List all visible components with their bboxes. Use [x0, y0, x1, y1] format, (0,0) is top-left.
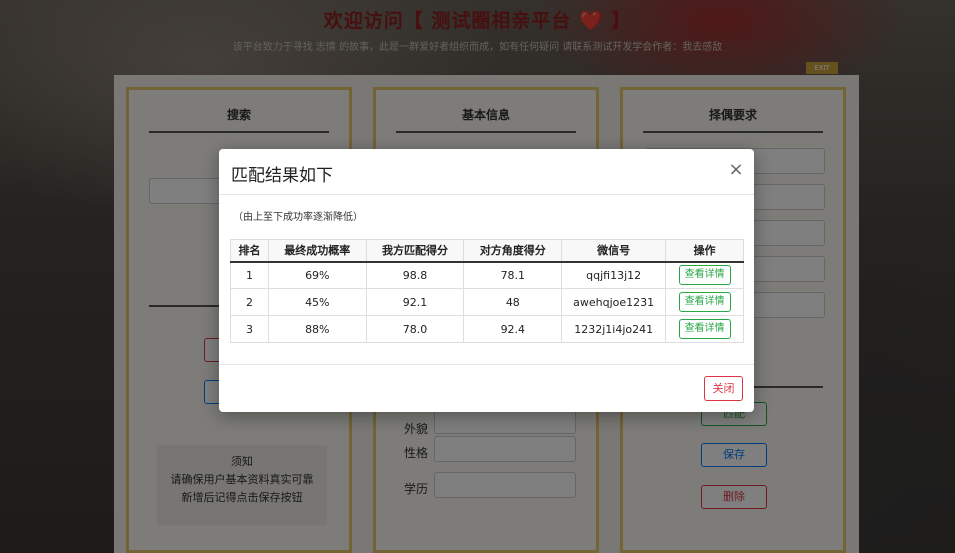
rank-cell: 3: [230, 315, 269, 343]
col-wechat: 微信号: [561, 239, 667, 263]
action-cell: 查看详情: [665, 261, 744, 289]
col-my-score: 我方匹配得分: [365, 239, 465, 263]
view-details-button[interactable]: 查看详情: [678, 319, 731, 339]
action-cell: 查看详情: [665, 315, 744, 343]
view-details-button[interactable]: 查看详情: [678, 265, 731, 286]
probability-cell: 69%: [267, 261, 367, 289]
wechat-cell: 1232j1i4jo241: [561, 315, 667, 343]
modal-header: 匹配结果如下 ×: [219, 149, 754, 195]
wechat-cell: awehqjoe1231: [561, 288, 667, 316]
results-table: 排名 最终成功概率 我方匹配得分 对方角度得分 微信号 操作 1 69% 98.…: [230, 239, 744, 343]
col-rank: 排名: [230, 239, 269, 263]
col-their-score: 对方角度得分: [463, 239, 563, 263]
table-row: 3 88% 78.0 92.4 1232j1i4jo241 查看详情: [230, 315, 744, 343]
their-score-cell: 78.1: [463, 261, 563, 289]
modal-hint: （由上至下成功率逐渐降低）: [233, 212, 363, 223]
my-score-cell: 78.0: [365, 315, 465, 343]
their-score-cell: 92.4: [463, 315, 563, 343]
probability-cell: 45%: [267, 288, 367, 316]
wechat-cell: qqjfi13j12: [561, 261, 667, 289]
col-probability: 最终成功概率: [267, 239, 367, 263]
table-header-row: 排名 最终成功概率 我方匹配得分 对方角度得分 微信号 操作: [230, 239, 744, 263]
modal-title: 匹配结果如下: [231, 166, 333, 186]
probability-cell: 88%: [267, 315, 367, 343]
close-button[interactable]: 关闭: [704, 376, 743, 401]
their-score-cell: 48: [463, 288, 563, 316]
rank-cell: 1: [230, 261, 269, 289]
modal-footer: 关闭: [219, 364, 754, 412]
rank-cell: 2: [230, 288, 269, 316]
match-results-modal: 匹配结果如下 × （由上至下成功率逐渐降低） 排名 最终成功概率 我方匹配得分 …: [219, 149, 754, 412]
my-score-cell: 92.1: [365, 288, 465, 316]
close-icon[interactable]: ×: [727, 161, 745, 179]
table-row: 1 69% 98.8 78.1 qqjfi13j12 查看详情: [230, 261, 744, 289]
my-score-cell: 98.8: [365, 261, 465, 289]
action-cell: 查看详情: [665, 288, 744, 316]
view-details-button[interactable]: 查看详情: [678, 292, 731, 312]
col-action: 操作: [665, 239, 744, 263]
table-row: 2 45% 92.1 48 awehqjoe1231 查看详情: [230, 288, 744, 316]
